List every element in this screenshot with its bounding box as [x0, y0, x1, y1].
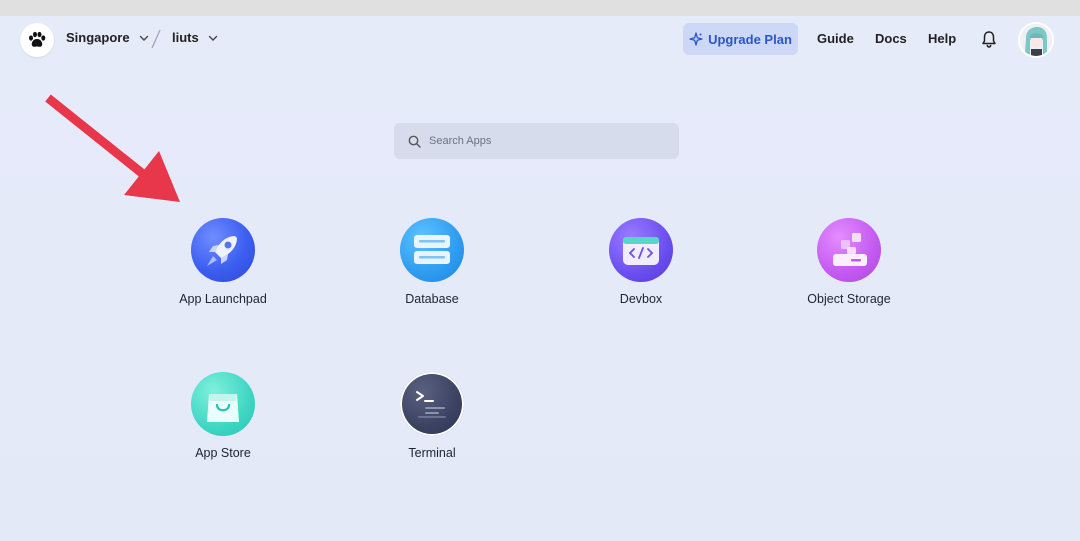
terminal-icon	[400, 372, 464, 436]
region-label: Singapore	[66, 30, 130, 45]
upgrade-plan-label: Upgrade Plan	[708, 31, 792, 47]
shopping-bag-glyph	[207, 394, 239, 422]
shopping-bag-icon	[191, 372, 255, 436]
app-label: Object Storage	[807, 292, 891, 306]
app-launchpad-tile[interactable]: App Launchpad	[148, 218, 298, 306]
rocket-glyph	[207, 236, 237, 266]
namespace-selector[interactable]: liuts	[172, 30, 219, 45]
object-storage-icon	[817, 218, 881, 282]
rocket-icon	[191, 218, 255, 282]
app-label: Devbox	[619, 292, 663, 306]
region-selector[interactable]: Singapore	[66, 30, 150, 45]
app-label: Terminal	[408, 446, 456, 460]
help-link[interactable]: Help	[928, 31, 956, 46]
breadcrumb-separator	[151, 29, 161, 49]
search-box[interactable]	[394, 123, 679, 159]
namespace-label: liuts	[172, 30, 199, 45]
sparkle-icon	[689, 32, 703, 46]
devbox-code-icon	[609, 218, 673, 282]
database-glyph	[414, 235, 450, 264]
desktop-page: Singapore liuts Upgrade Plan Guide Docs …	[0, 16, 1080, 541]
chevron-down-icon	[139, 35, 148, 41]
logo[interactable]	[20, 23, 54, 57]
database-tile[interactable]: Database	[357, 218, 507, 306]
search-icon	[408, 135, 421, 148]
app-label: Database	[405, 292, 459, 306]
app-label: App Store	[195, 446, 251, 460]
app-label: App Launchpad	[179, 292, 267, 306]
database-icon	[400, 218, 464, 282]
docs-link[interactable]: Docs	[875, 31, 907, 46]
avatar[interactable]	[1018, 22, 1054, 58]
terminal-glyph	[416, 391, 446, 418]
devbox-glyph	[623, 237, 659, 265]
object-storage-tile[interactable]: Object Storage	[774, 218, 924, 306]
guide-link[interactable]: Guide	[817, 31, 854, 46]
chevron-down-icon	[208, 35, 217, 41]
search-input[interactable]	[429, 135, 669, 147]
annotation-arrow	[45, 94, 180, 202]
app-store-tile[interactable]: App Store	[148, 372, 298, 460]
avatar-image	[1020, 24, 1052, 56]
paw-icon	[29, 31, 46, 47]
devbox-tile[interactable]: Devbox	[566, 218, 716, 306]
upgrade-plan-button[interactable]: Upgrade Plan	[683, 23, 798, 55]
top-bar: Singapore liuts Upgrade Plan Guide Docs …	[0, 16, 1080, 64]
object-storage-glyph	[833, 233, 867, 266]
bell-icon[interactable]	[979, 29, 999, 49]
terminal-tile[interactable]: Terminal	[357, 372, 507, 460]
